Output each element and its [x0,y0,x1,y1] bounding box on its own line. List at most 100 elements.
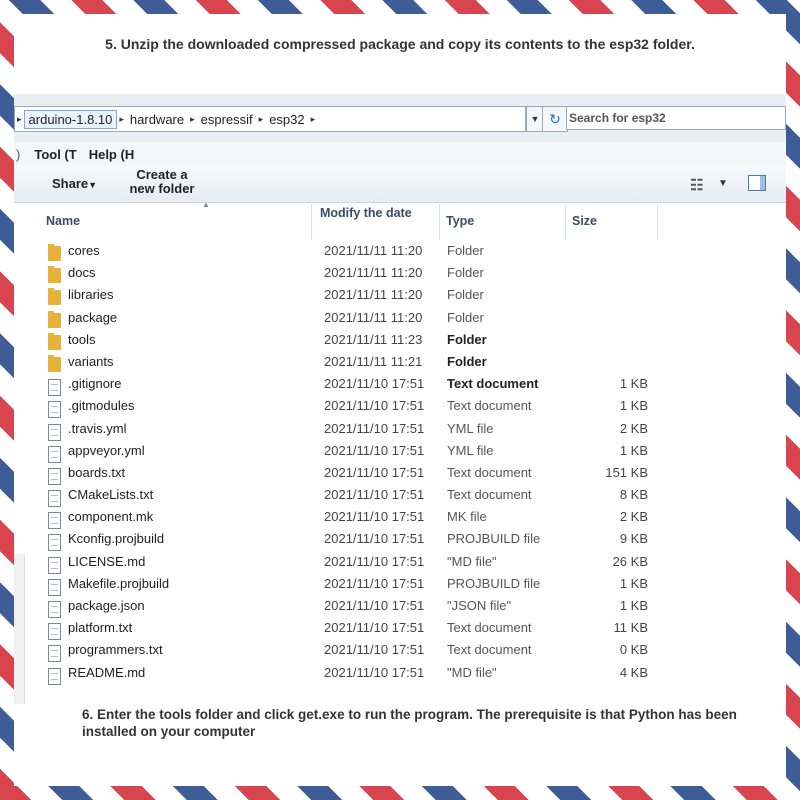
file-row[interactable]: package 2021/11/11 11:20 Folder [14,306,786,328]
column-headers: ▲ Name Modify the date Type Size [14,200,786,240]
chevron-right-icon[interactable]: ▸ [188,114,197,125]
file-modified-date: 2021/11/11 11:23 [324,331,423,347]
file-type: "MD file" [447,664,497,680]
file-type: Folder [447,331,487,347]
file-type: Folder [447,287,484,303]
file-name: component.mk [68,509,154,525]
folder-icon [48,354,61,372]
column-header-name[interactable]: ▲ Name [42,200,312,240]
file-row[interactable]: LICENSE.md 2021/11/10 17:51 "MD file" 26 KB [14,550,786,574]
breadcrumb-arduino[interactable]: arduino-1.8.10 [23,109,118,129]
file-modified-date: 2021/11/10 17:51 [324,598,425,613]
file-row[interactable]: Makefile.projbuild 2021/11/10 17:51 PROJBU… [14,572,786,596]
file-modified-date: 2021/11/11 11:20 [324,243,423,258]
file-name: .gitignore [68,376,122,392]
file-name: LICENSE.md [68,553,146,569]
file-row[interactable]: CMakeLists.txt 2021/11/10 17:51 Text docum… [14,483,786,508]
file-name: package [68,309,118,325]
file-type: Text document [447,376,539,392]
file-name: platform.txt [68,620,133,636]
refresh-button[interactable]: ↻ [542,106,568,132]
chevron-right-icon[interactable]: ▸ [309,114,318,125]
file-size: 8 KB [619,487,648,503]
chevron-down-icon: ▼ [530,114,540,124]
file-size: 2 KB [619,420,648,436]
chevron-right-icon[interactable]: ▸ [15,114,24,125]
file-type: PROJBUILD file [447,531,541,547]
file-name: programmers.txt [68,642,163,658]
file-size: 1 KB [619,398,648,414]
file-type: Folder [447,243,484,258]
file-modified-date: 2021/11/10 17:51 [324,442,425,458]
file-modified-date: 2021/11/10 17:51 [324,575,425,591]
breadcrumb-esp32[interactable]: esp32 [265,112,308,127]
file-modified-date: 2021/11/10 17:51 [324,464,425,480]
folder-icon [48,332,61,350]
file-type: "JSON file" [447,598,512,613]
navigation-pane-scrollbar[interactable] [14,554,25,704]
file-type: Text document [447,642,532,658]
file-size: 4 KB [619,664,648,680]
chevron-right-icon[interactable]: ▸ [117,114,126,125]
file-modified-date: 2021/11/10 17:51 [324,642,425,658]
file-row[interactable]: Kconfig.projbuild 2021/11/10 17:51 PROJBUI… [14,527,786,552]
file-type: Text document [447,464,532,480]
search-input[interactable]: Search for esp32 [566,106,786,130]
share-button[interactable]: Share▼ [52,176,97,191]
file-row[interactable]: docs 2021/11/11 11:20 Folder [14,261,786,284]
menu-tools[interactable]: Tool (T [34,147,76,162]
folder-icon [48,288,61,306]
chevron-down-icon: ▼ [88,180,98,190]
file-row[interactable]: programmers.txt 2021/11/10 17:51 Text docu… [14,638,786,663]
file-row[interactable]: .gitignore 2021/11/10 17:51 Text document 1… [14,372,786,397]
file-row[interactable]: platform.txt 2021/11/10 17:51 Text documen… [14,616,786,641]
file-modified-date: 2021/11/11 11:20 [324,265,423,281]
file-name: package.json [68,598,145,613]
file-row[interactable]: cores 2021/11/11 11:20 Folder [14,239,786,261]
file-modified-date: 2021/11/10 17:51 [324,620,425,636]
file-type: YML file [447,420,494,436]
new-folder-button[interactable]: Create a new folder [122,168,202,196]
file-size: 1 KB [619,442,648,458]
file-modified-date: 2021/11/11 11:20 [324,287,423,303]
file-type: Folder [447,265,484,281]
file-name: .gitmodules [68,398,135,414]
column-header-date[interactable]: Modify the date [320,202,440,240]
column-header-size[interactable]: Size [572,202,658,240]
column-name-label: Name [46,214,81,228]
file-name: CMakeLists.txt [68,487,154,503]
file-row[interactable]: libraries 2021/11/11 11:20 Folder [14,283,786,306]
file-row[interactable]: boards.txt 2021/11/10 17:51 Text document 1… [14,461,786,485]
folder-icon [48,310,61,328]
instruction-card: 5. Unzip the downloaded compressed packa… [14,14,786,786]
chevron-down-icon[interactable]: ▼ [718,178,728,189]
file-row[interactable]: .gitmodules 2021/11/10 17:51 Text document… [14,394,786,419]
chevron-right-icon[interactable]: ▸ [257,114,266,125]
file-row[interactable]: component.mk 2021/11/10 17:51 MK file 2 KB [14,505,786,530]
folder-icon [48,266,61,284]
file-row[interactable]: tools 2021/11/11 11:23 Folder [14,328,786,350]
file-row[interactable]: variants 2021/11/11 11:21 Folder [14,350,786,372]
file-row[interactable]: package.json 2021/11/10 17:51 "JSON file" 1… [14,594,786,618]
address-bar[interactable]: ▸ arduino-1.8.10 ▸ hardware ▸ espressif … [14,106,526,132]
file-name: libraries [68,287,114,303]
preview-pane-icon[interactable] [748,175,766,191]
breadcrumb-espressif[interactable]: espressif [197,112,257,127]
file-modified-date: 2021/11/10 17:51 [324,487,425,503]
breadcrumb-hardware[interactable]: hardware [126,112,188,127]
file-type: Text document [447,487,532,503]
refresh-icon: ↻ [549,110,561,127]
menu-help[interactable]: Help (H [89,147,135,162]
file-type: Folder [447,353,487,369]
file-size: 151 KB [605,464,648,480]
search-placeholder: Search for esp32 [569,111,666,125]
file-row[interactable]: README.md 2021/11/10 17:51 "MD file" 4 KB [14,661,786,685]
file-name: boards.txt [68,464,126,480]
file-row[interactable]: .travis.yml 2021/11/10 17:51 YML file 2 KB [14,417,786,441]
view-options-icon[interactable]: ☷ [690,176,703,194]
file-row[interactable]: appveyor.yml 2021/11/10 17:51 YML file 1 KB [14,439,786,463]
column-header-type[interactable]: Type [446,202,566,240]
file-modified-date: 2021/11/11 11:20 [324,309,423,325]
file-type: Text document [447,620,532,636]
document-icon [48,667,61,685]
